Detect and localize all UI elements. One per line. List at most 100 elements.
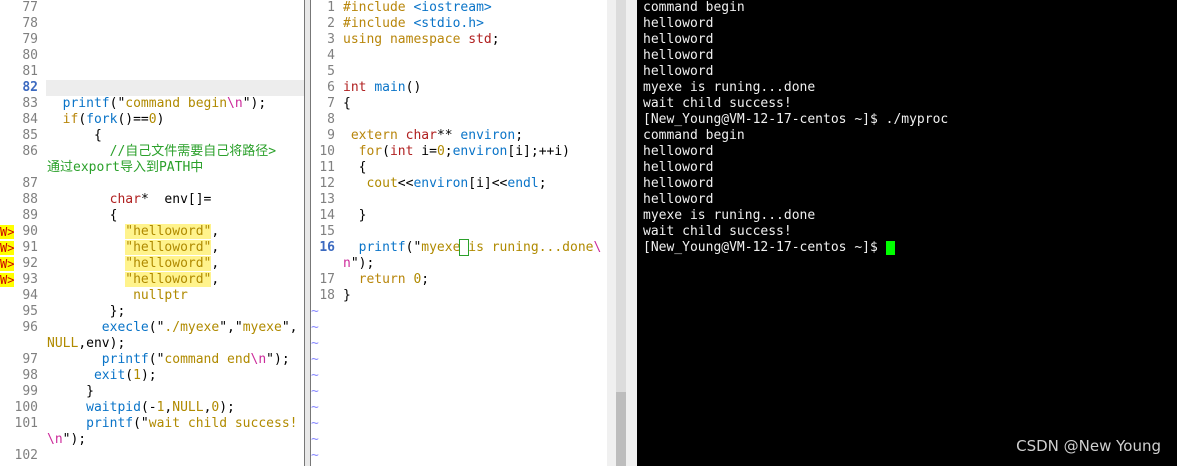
code-token: ( <box>125 368 134 383</box>
left-code-line[interactable]: if(fork()==0) <box>47 112 165 128</box>
code-token: myexe <box>421 240 461 255</box>
code-token: , <box>211 224 220 239</box>
mid-line-number: 13 <box>319 192 335 207</box>
mid-code-line[interactable]: { <box>343 96 351 112</box>
vertical-split-divider[interactable] <box>304 0 311 466</box>
code-token: ) <box>156 112 165 127</box>
mid-line-number: 5 <box>327 64 335 79</box>
empty-line-tilde: ~ <box>311 448 319 463</box>
left-code-line[interactable]: exit(1); <box>47 368 157 384</box>
left-code-line[interactable]: "helloword", <box>47 240 219 256</box>
left-editor-pane[interactable]: 77 78 79 80 81 82 83 printf("command begin\n")… <box>0 0 304 466</box>
mid-line-number: 4 <box>327 48 335 63</box>
terminal-line: helloword <box>643 64 713 80</box>
terminal-text: command begin <box>643 0 745 15</box>
mid-code-line[interactable]: n"); <box>343 256 374 272</box>
mid-code-line[interactable]: } <box>343 208 367 224</box>
code-token: , <box>211 240 220 255</box>
code-token: exit <box>93 368 126 383</box>
code-token: NULL <box>172 400 204 415</box>
left-code-line[interactable]: printf("command begin\n"); <box>47 96 267 112</box>
left-line-number: 94 <box>22 288 38 303</box>
terminal-line: myexe is runing...done <box>643 208 815 224</box>
left-code-line[interactable]: //自己文件需要自己将路径> <box>47 144 276 160</box>
left-line-number: 97 <box>22 352 38 367</box>
mid-code-line[interactable]: #include <iostream> <box>343 0 492 16</box>
terminal-text: helloword <box>643 192 714 207</box>
code-token: (" <box>148 352 165 367</box>
terminal-text: [New_Young@VM-12-17-centos ~]$ <box>643 240 886 255</box>
terminal-line: helloword <box>643 32 713 48</box>
code-token: int <box>389 144 422 159</box>
left-code-line[interactable]: execle("./myexe","myexe", <box>47 320 298 336</box>
code-token: main <box>374 80 406 95</box>
left-line-number: 93 <box>22 272 38 287</box>
left-code-line[interactable]: "helloword", <box>47 256 219 272</box>
empty-line-tilde: ~ <box>311 384 319 399</box>
left-code-line[interactable]: NULL,env); <box>47 336 125 352</box>
left-code-line[interactable]: nullptr <box>47 288 188 304</box>
terminal-cursor <box>885 240 895 255</box>
left-code-line[interactable]: }; <box>47 304 126 320</box>
empty-line-tilde: ~ <box>311 320 319 335</box>
terminal-text: command begin <box>643 128 745 143</box>
mid-code-line[interactable]: { <box>343 160 367 176</box>
code-token: environ <box>452 144 508 159</box>
terminal-text: [New_Young@VM-12-17-centos ~]$ ./myproc <box>643 112 949 127</box>
left-code-line[interactable]: { <box>47 128 102 144</box>
code-token: { <box>343 96 351 111</box>
terminal-line: helloword <box>643 48 713 64</box>
left-code-line[interactable]: char* env[]= <box>47 192 212 208</box>
code-token: printf <box>62 96 110 111</box>
code-token: char <box>405 128 437 143</box>
left-code-line[interactable]: waitpid(-1,NULL,0); <box>47 400 235 416</box>
empty-line-tilde: ~ <box>311 336 319 351</box>
left-line-number: 82 <box>22 80 38 95</box>
mid-code-line[interactable]: using namespace std; <box>343 32 500 48</box>
mid-code-line[interactable]: for(int i=0;environ[i];++i) <box>343 144 570 160</box>
code-token: if <box>62 112 79 127</box>
mid-line-number: 10 <box>319 144 335 159</box>
code-token: fork <box>86 112 118 127</box>
scrollbar[interactable] <box>607 0 637 466</box>
terminal-text: helloword <box>643 144 714 159</box>
mid-code-line[interactable]: int main() <box>343 80 421 96</box>
left-code-line[interactable]: printf("command end\n"); <box>47 352 290 368</box>
mid-code-line[interactable]: extern char** environ; <box>343 128 523 144</box>
left-code-line[interactable]: { <box>47 208 118 224</box>
middle-editor-pane[interactable]: 1 #include <iostream> 2 #include <stdio.h> 3… <box>311 0 607 466</box>
mid-code-line[interactable]: } <box>343 288 351 304</box>
terminal-pane[interactable]: command begin helloword helloword helloword… <box>637 0 1177 466</box>
left-code-line[interactable]: 通过export导入到PATH中 <box>47 160 203 176</box>
left-code-line[interactable]: "helloword", <box>47 224 219 240</box>
mid-code-line[interactable]: printf("myexe is runing...done\ <box>343 239 601 256</box>
left-code-line[interactable]: "helloword", <box>47 272 219 288</box>
code-token: int <box>343 80 375 95</box>
scrollbar-thumb[interactable] <box>616 392 626 466</box>
code-token: ; <box>444 144 453 159</box>
code-token: ); <box>219 400 235 415</box>
left-code-line[interactable]: } <box>47 384 94 400</box>
mid-line-number: 12 <box>319 176 335 191</box>
code-token: waitpid <box>86 400 141 415</box>
code-token: wait child success! <box>148 416 298 431</box>
code-token: \n <box>250 352 267 367</box>
mid-code-line[interactable]: #include <stdio.h> <box>343 16 484 32</box>
mid-code-line[interactable]: return 0; <box>343 272 429 288</box>
code-token: ,env); <box>78 336 126 351</box>
left-code-line[interactable]: printf("wait child success! <box>47 416 297 432</box>
mid-code-line[interactable]: cout<<environ[i]<<endl; <box>343 176 546 192</box>
code-token: "helloword" <box>125 272 212 287</box>
code-token: ; <box>491 32 500 47</box>
code-token: i= <box>421 144 437 159</box>
code-token: ; <box>515 128 524 143</box>
left-line-number: 91 <box>22 240 38 255</box>
left-line-number: 89 <box>22 208 38 223</box>
left-code-line[interactable]: \n"); <box>47 432 86 448</box>
